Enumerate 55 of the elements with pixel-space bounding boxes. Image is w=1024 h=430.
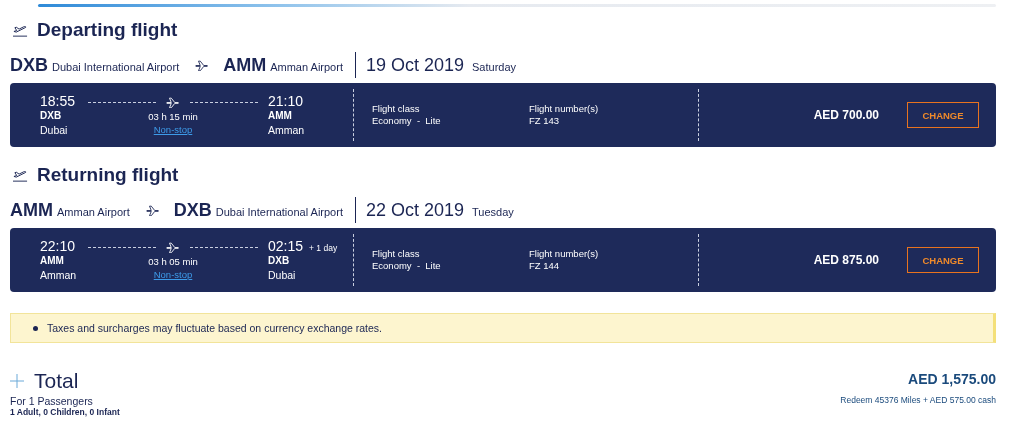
field-value: Economy - Lite bbox=[372, 260, 442, 272]
airport-code: AMM bbox=[40, 254, 65, 268]
field-label: Flight class bbox=[372, 103, 421, 115]
airport-code: AMM bbox=[268, 109, 293, 123]
airport-name: Dubai International Airport bbox=[215, 206, 343, 218]
bullet-icon bbox=[33, 325, 38, 331]
field-value: Economy - Lite bbox=[372, 115, 442, 127]
total-title: Total bbox=[34, 369, 79, 393]
arrival-time: 02:15 bbox=[268, 238, 304, 254]
airplane-icon bbox=[195, 59, 210, 71]
flight-date: 22 Oct 2019 bbox=[365, 199, 465, 221]
section-heading: Departing flight bbox=[37, 19, 178, 41]
stops-link[interactable]: Non-stop bbox=[153, 269, 193, 281]
day-offset: + 1 day bbox=[309, 243, 338, 253]
flight-price: AED 700.00 bbox=[813, 108, 879, 122]
departure-time: 18:55 bbox=[40, 93, 77, 109]
flight-date: 19 Oct 2019 bbox=[365, 54, 465, 76]
airplane-icon bbox=[166, 241, 180, 253]
notice-text: Taxes and surcharges may fluctuate based on currency exchange rates. bbox=[47, 322, 383, 334]
city-name: Amman bbox=[40, 268, 78, 282]
passenger-count: For 1 Passengers bbox=[10, 395, 94, 407]
airplane-icon bbox=[145, 204, 160, 216]
flight-duration: 03 h 05 min bbox=[148, 255, 198, 269]
flight-duration: 03 h 15 min bbox=[148, 110, 198, 124]
airport-name: Dubai International Airport bbox=[52, 61, 180, 73]
field-value: FZ 143 bbox=[529, 115, 561, 127]
field-label: Flight class bbox=[372, 248, 421, 260]
airplane-icon bbox=[166, 96, 180, 108]
airport-name: Amman Airport bbox=[57, 206, 130, 218]
change-button[interactable]: CHANGE bbox=[907, 247, 979, 273]
arrival-time: 21:10 bbox=[268, 93, 304, 109]
airport-code: AMM bbox=[223, 54, 267, 76]
stops-link[interactable]: Non-stop bbox=[153, 124, 193, 136]
total-price: AED 1,575.00 bbox=[908, 371, 996, 387]
flight-price: AED 875.00 bbox=[813, 253, 879, 267]
departure-time: 22:10 bbox=[40, 238, 77, 254]
field-label: Flight number(s) bbox=[529, 248, 599, 260]
change-button[interactable]: CHANGE bbox=[907, 102, 979, 128]
weekday: Tuesday bbox=[472, 206, 514, 218]
city-name: Dubai bbox=[40, 123, 69, 137]
passenger-breakdown: 1 Adult, 0 Children, 0 Infant bbox=[10, 407, 120, 417]
airport-name: Amman Airport bbox=[270, 61, 343, 73]
city-name: Amman bbox=[268, 123, 306, 137]
weekday: Saturday bbox=[472, 61, 517, 73]
city-name: Dubai bbox=[268, 268, 297, 282]
field-label: Flight number(s) bbox=[529, 103, 599, 115]
airport-code: DXB bbox=[10, 54, 48, 76]
plus-icon[interactable] bbox=[10, 374, 24, 388]
field-value: FZ 144 bbox=[529, 260, 561, 272]
airport-code: DXB bbox=[268, 254, 291, 268]
section-heading: Returning flight bbox=[37, 164, 179, 186]
miles-redeem-text: Redeem 45376 Miles + AED 575.00 cash bbox=[840, 395, 996, 405]
airport-code: DXB bbox=[40, 109, 63, 123]
airport-code: DXB bbox=[173, 199, 212, 221]
airport-code: AMM bbox=[10, 199, 53, 221]
